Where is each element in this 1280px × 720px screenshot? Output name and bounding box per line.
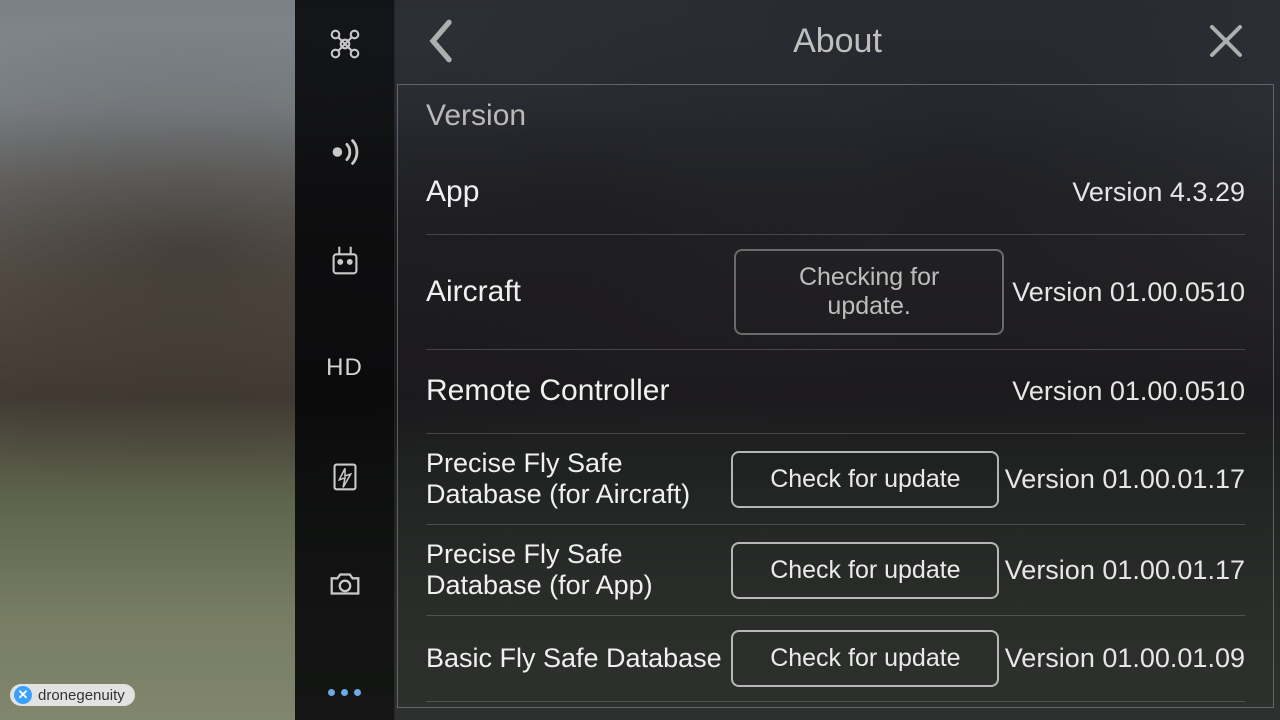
panel-header: About — [395, 0, 1280, 82]
aircraft-checking-button[interactable]: Checking for update. — [734, 249, 1004, 335]
battery-icon[interactable] — [323, 454, 367, 498]
row-version: Version 01.00.01.09 — [1005, 643, 1245, 674]
camera-icon[interactable] — [323, 562, 367, 606]
row-version: Version 01.00.0510 — [1012, 277, 1245, 308]
more-icon[interactable] — [323, 670, 367, 714]
settings-sidebar: HD — [295, 0, 395, 720]
row-flight-controller-serial: Flight Controller Serial Number — [426, 702, 1245, 708]
check-update-button[interactable]: Check for update — [731, 542, 999, 599]
row-label: Precise Fly Safe Database (for App) — [426, 539, 726, 601]
close-button[interactable] — [1206, 21, 1246, 61]
row-version: Version 4.3.29 — [1015, 177, 1245, 208]
signal-icon[interactable] — [323, 130, 367, 174]
row-remote-controller: Remote Controller Version 01.00.0510 — [426, 350, 1245, 434]
row-label: Basic Fly Safe Database — [426, 643, 726, 674]
hd-icon[interactable]: HD — [323, 346, 367, 390]
aircraft-icon[interactable] — [323, 22, 367, 66]
remote-controller-icon[interactable] — [323, 238, 367, 282]
check-update-button[interactable]: Check for update — [731, 630, 999, 687]
close-icon: ✕ — [14, 686, 32, 704]
watermark-text: dronegenuity — [38, 687, 125, 704]
row-label: Aircraft — [426, 275, 726, 310]
row-precise-flysafe-app: Precise Fly Safe Database (for App) Chec… — [426, 525, 1245, 616]
section-title-version: Version — [426, 99, 1245, 133]
panel-title: About — [793, 22, 882, 61]
row-basic-flysafe: Basic Fly Safe Database Check for update… — [426, 616, 1245, 702]
hd-label: HD — [326, 354, 363, 382]
check-update-button[interactable]: Check for update — [731, 451, 999, 508]
row-label: Precise Fly Safe Database (for Aircraft) — [426, 448, 726, 510]
watermark-badge: ✕ dronegenuity — [10, 684, 135, 706]
row-version: Version 01.00.0510 — [1012, 376, 1245, 407]
row-label: Remote Controller — [426, 374, 846, 409]
back-button[interactable] — [425, 17, 457, 65]
row-version: Version 01.00.01.17 — [1005, 464, 1245, 495]
row-precise-flysafe-aircraft: Precise Fly Safe Database (for Aircraft)… — [426, 434, 1245, 525]
about-panel: Version App Version 4.3.29 Aircraft Chec… — [397, 84, 1274, 708]
row-aircraft: Aircraft Checking for update. Version 01… — [426, 235, 1245, 350]
row-version: Version 01.00.01.17 — [1005, 555, 1245, 586]
row-label: App — [426, 175, 726, 210]
row-app: App Version 4.3.29 — [426, 151, 1245, 235]
